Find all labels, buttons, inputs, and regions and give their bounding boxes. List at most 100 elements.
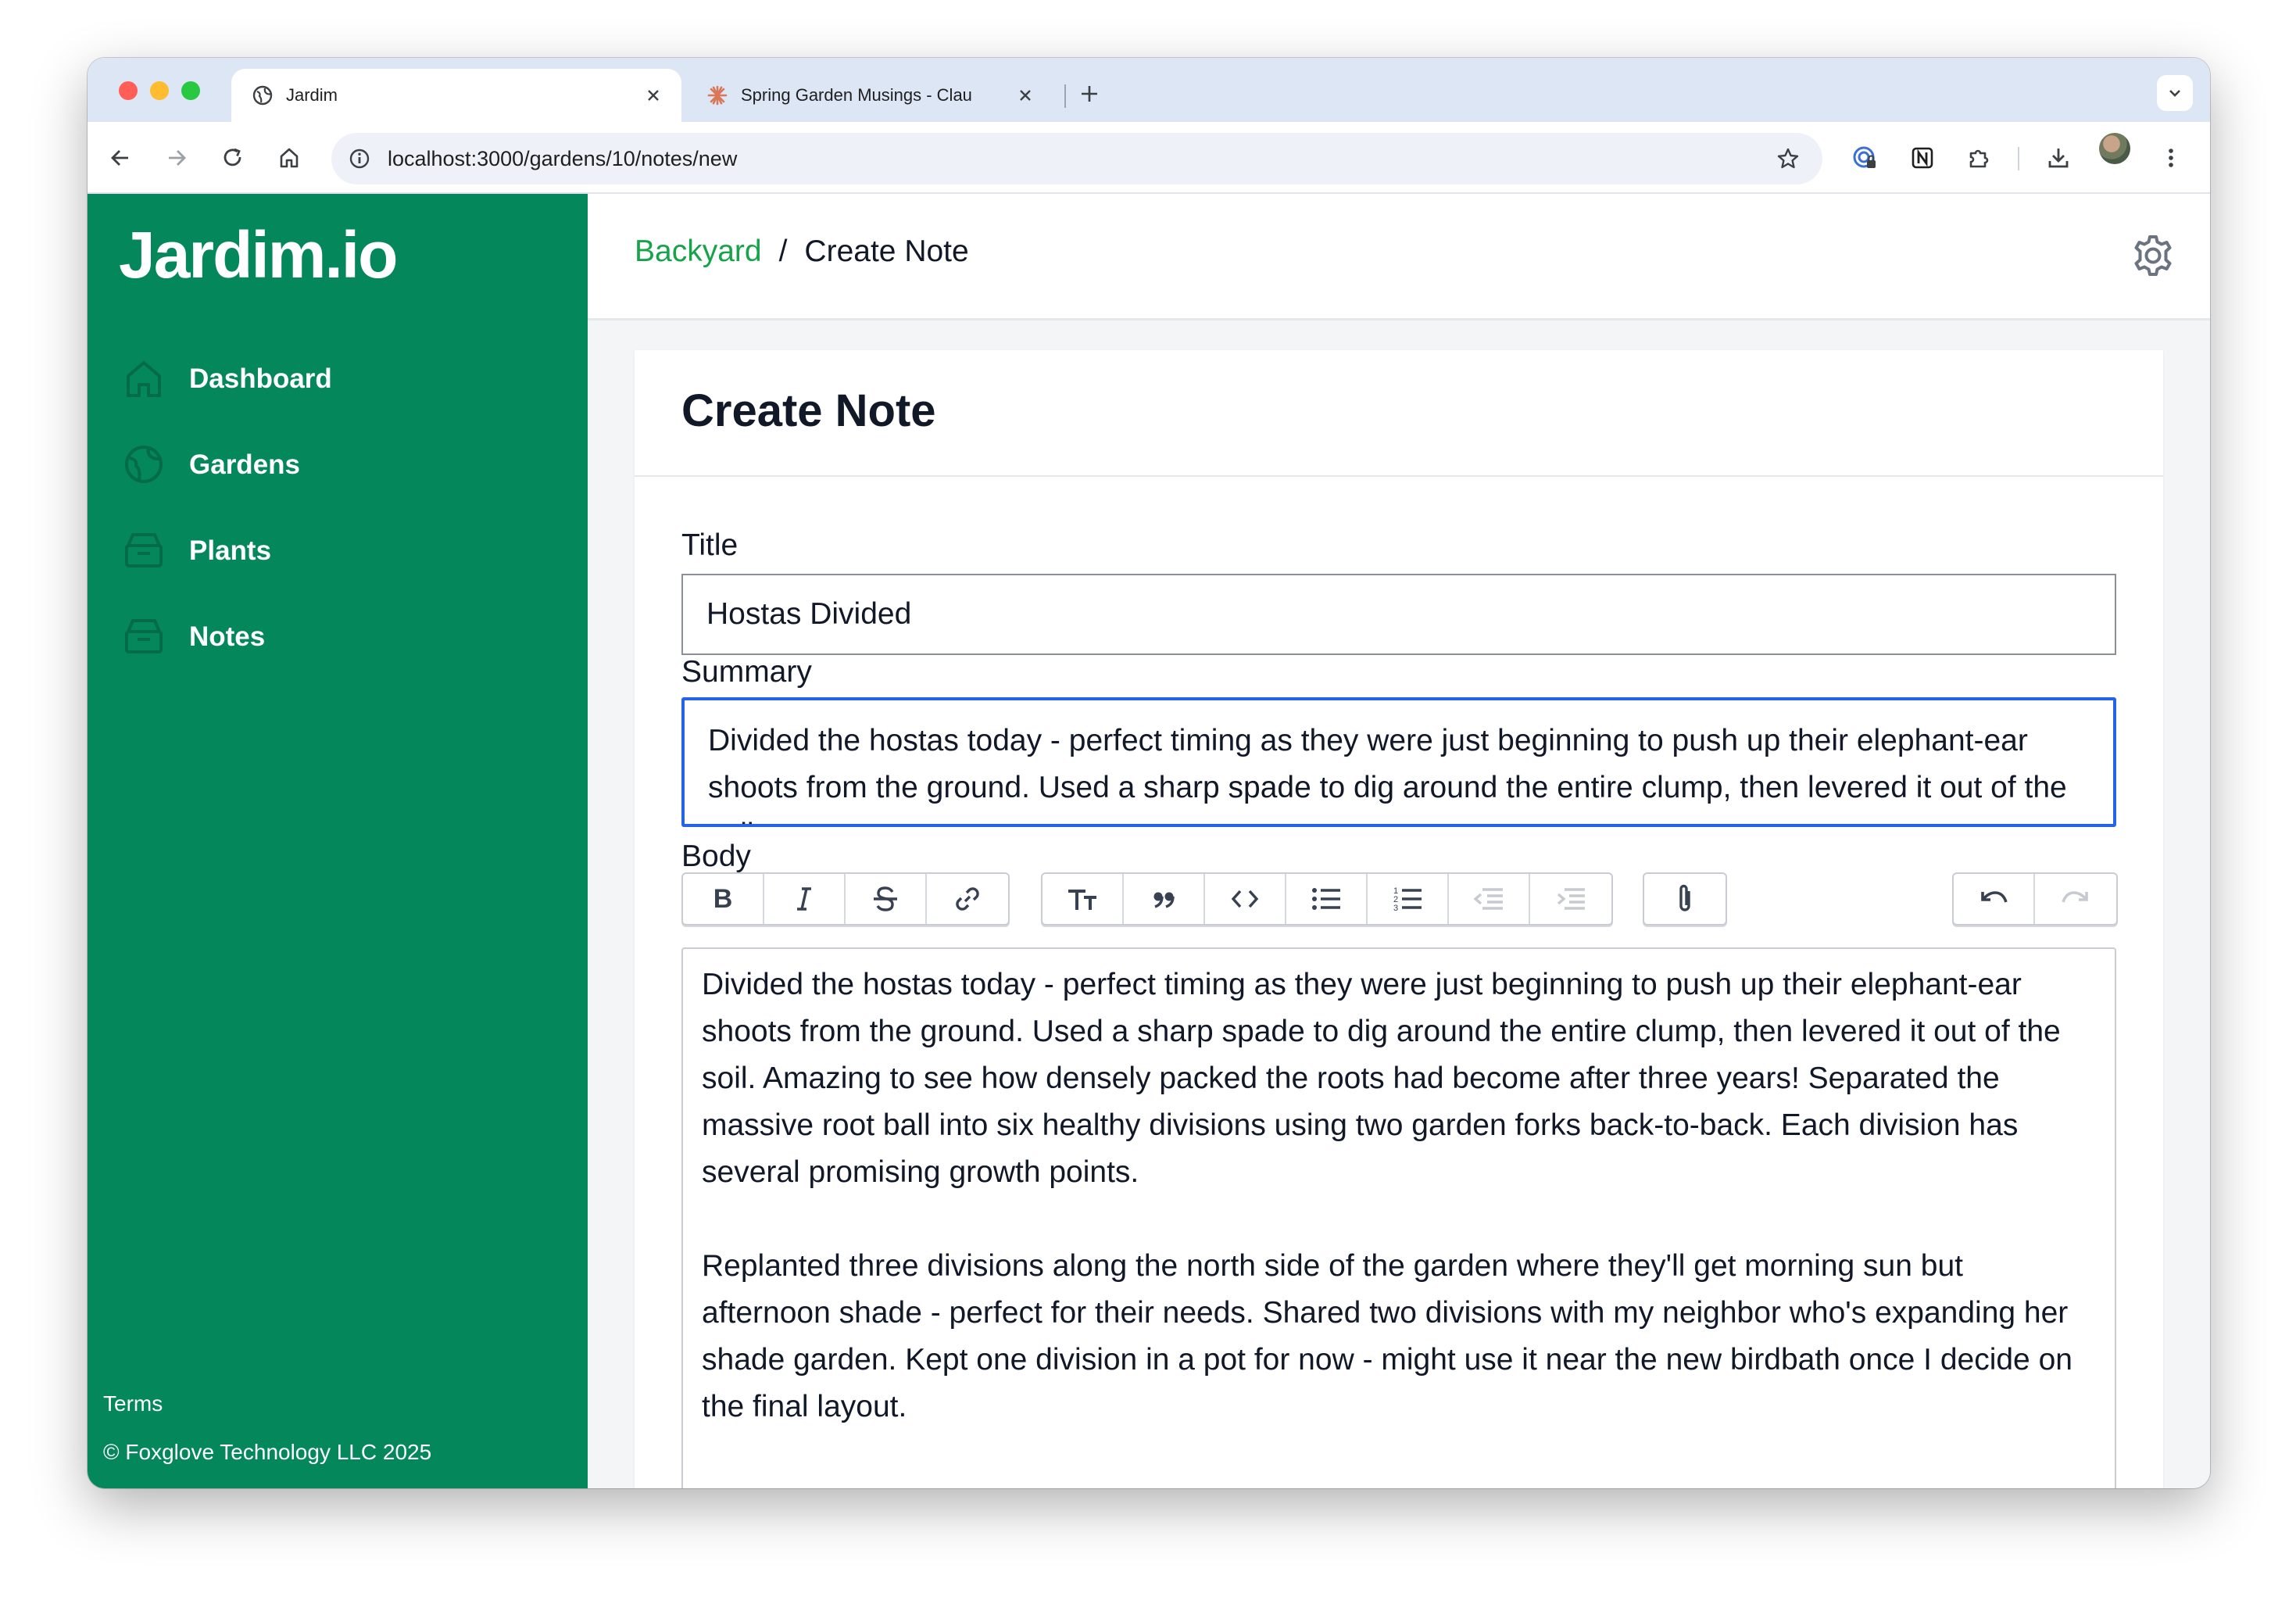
gear-icon[interactable] (2130, 233, 2176, 278)
decrease-indent-button[interactable] (1449, 874, 1530, 924)
close-tab-icon[interactable] (1011, 81, 1039, 109)
bold-icon: B (713, 884, 733, 914)
create-note-card: Create Note Title Summary Divided the ho… (635, 350, 2163, 1488)
body-paragraph: Divided the hostas today - perfect timin… (702, 968, 2061, 1189)
bullet-list-button[interactable] (1286, 874, 1368, 924)
summary-label: Summary (681, 655, 812, 689)
password-extension-icon[interactable] (1847, 141, 1882, 175)
chevron-down-icon (2169, 90, 2180, 97)
text-format-group: B (681, 872, 1010, 926)
tab-jardim[interactable]: Jardim (231, 69, 681, 122)
attach-file-button[interactable] (1644, 874, 1726, 924)
profile-avatar[interactable] (2099, 133, 2130, 164)
block-format-group: 123 (1041, 872, 1613, 926)
tab-spring-garden[interactable]: Spring Garden Musings - Clau (686, 69, 1053, 122)
globe-icon (252, 84, 274, 106)
code-icon (1231, 890, 1259, 908)
toolbar-divider (2018, 147, 2019, 170)
title-label: Title (681, 528, 739, 562)
new-tab-button[interactable] (1074, 78, 1105, 109)
numbered-list-icon: 123 (1393, 886, 1422, 913)
body-editor[interactable]: Divided the hostas today - perfect timin… (681, 947, 2116, 1488)
quote-icon (1153, 892, 1175, 908)
copyright-text: © Foxglove Technology LLC 2025 (103, 1440, 432, 1464)
sidebar-item-plants[interactable]: Plants (88, 508, 588, 594)
app-root: Jardim.io Dashboard Gardens Plants Notes (88, 194, 2210, 1488)
bullet-list-icon (1312, 888, 1340, 910)
summary-textarea[interactable]: Divided the hostas today - perfect timin… (681, 697, 2116, 827)
sidebar-item-label: Gardens (189, 449, 300, 480)
numbered-list-button[interactable]: 123 (1368, 874, 1449, 924)
outdent-icon (1473, 888, 1503, 910)
body-paragraph: Replanted three divisions along the nort… (702, 1249, 2072, 1423)
minimize-window-button[interactable] (150, 81, 169, 100)
home-button[interactable] (272, 141, 306, 175)
arrow-right-icon (169, 150, 186, 166)
brand-logo[interactable]: Jardim.io (119, 217, 398, 293)
bold-button[interactable]: B (683, 874, 764, 924)
browser-window: Jardim Spring Garden Musings - Clau loca… (88, 58, 2210, 1488)
close-window-button[interactable] (119, 81, 138, 100)
sidebar-item-gardens[interactable]: Gardens (88, 422, 588, 508)
strikethrough-button[interactable] (846, 874, 927, 924)
code-button[interactable] (1205, 874, 1286, 924)
card-header: Create Note (635, 350, 2163, 477)
quote-button[interactable] (1124, 874, 1205, 924)
reload-icon (224, 148, 241, 166)
link-button[interactable] (927, 874, 1008, 924)
body-label: Body (681, 840, 751, 873)
breadcrumb-backyard-link[interactable]: Backyard (635, 235, 762, 269)
heading-button[interactable] (1042, 874, 1124, 924)
sidebar-item-dashboard[interactable]: Dashboard (88, 336, 588, 422)
sidebar-item-label: Notes (189, 621, 266, 652)
increase-indent-button[interactable] (1530, 874, 1611, 924)
reload-button[interactable] (216, 141, 250, 175)
extensions-puzzle-icon[interactable] (1962, 141, 1996, 175)
breadcrumb-separator: / (778, 235, 788, 268)
arrow-left-icon (111, 150, 128, 166)
title-input[interactable] (681, 574, 2116, 655)
sidebar: Jardim.io Dashboard Gardens Plants Notes (88, 194, 588, 1488)
home-icon (280, 148, 299, 168)
browser-menu-icon[interactable] (2154, 141, 2188, 175)
indent-icon (1557, 888, 1585, 910)
box-icon (125, 619, 163, 653)
sidebar-item-notes[interactable]: Notes (88, 594, 588, 680)
tab-divider (1064, 84, 1066, 108)
globe-icon (125, 446, 163, 483)
strikethrough-icon (874, 886, 897, 911)
url-text[interactable]: localhost:3000/gardens/10/notes/new (388, 133, 737, 184)
bookmark-star-icon[interactable] (1771, 141, 1805, 176)
page-title: Create Note (681, 385, 936, 436)
rich-text-toolbar: B 1 2 3 (681, 872, 2118, 926)
paperclip-icon (1679, 884, 1690, 911)
forward-button[interactable] (159, 141, 194, 175)
undo-button[interactable] (1954, 874, 2035, 924)
redo-icon (2062, 891, 2088, 903)
terms-link[interactable]: Terms (103, 1391, 431, 1416)
tab-search-button[interactable] (2157, 75, 2193, 111)
back-button[interactable] (103, 141, 138, 175)
box-icon (125, 533, 163, 567)
claude-icon (706, 84, 728, 106)
sidebar-item-label: Dashboard (189, 363, 332, 394)
tab-strip: Jardim Spring Garden Musings - Clau (88, 58, 2210, 122)
zoom-window-button[interactable] (181, 81, 200, 100)
main-content: Backyard / Create Note Create Note Title (588, 194, 2210, 1488)
sidebar-nav: Dashboard Gardens Plants Notes (88, 336, 588, 680)
svg-text:3: 3 (1393, 904, 1398, 913)
address-bar[interactable]: localhost:3000/gardens/10/notes/new (331, 133, 1822, 184)
italic-button[interactable] (764, 874, 846, 924)
file-group (1643, 872, 1727, 926)
site-info-icon[interactable] (342, 141, 377, 176)
top-bar: Backyard / Create Note (588, 194, 2210, 320)
undo-icon (1981, 891, 2008, 903)
notion-extension-icon[interactable] (1905, 141, 1940, 175)
heading-icon (1068, 890, 1096, 910)
close-tab-icon[interactable] (639, 81, 667, 109)
sidebar-item-label: Plants (189, 535, 272, 566)
breadcrumb: Backyard / Create Note (635, 235, 969, 269)
tab-title: Jardim (286, 85, 338, 105)
downloads-icon[interactable] (2041, 141, 2076, 175)
redo-button[interactable] (2035, 874, 2116, 924)
